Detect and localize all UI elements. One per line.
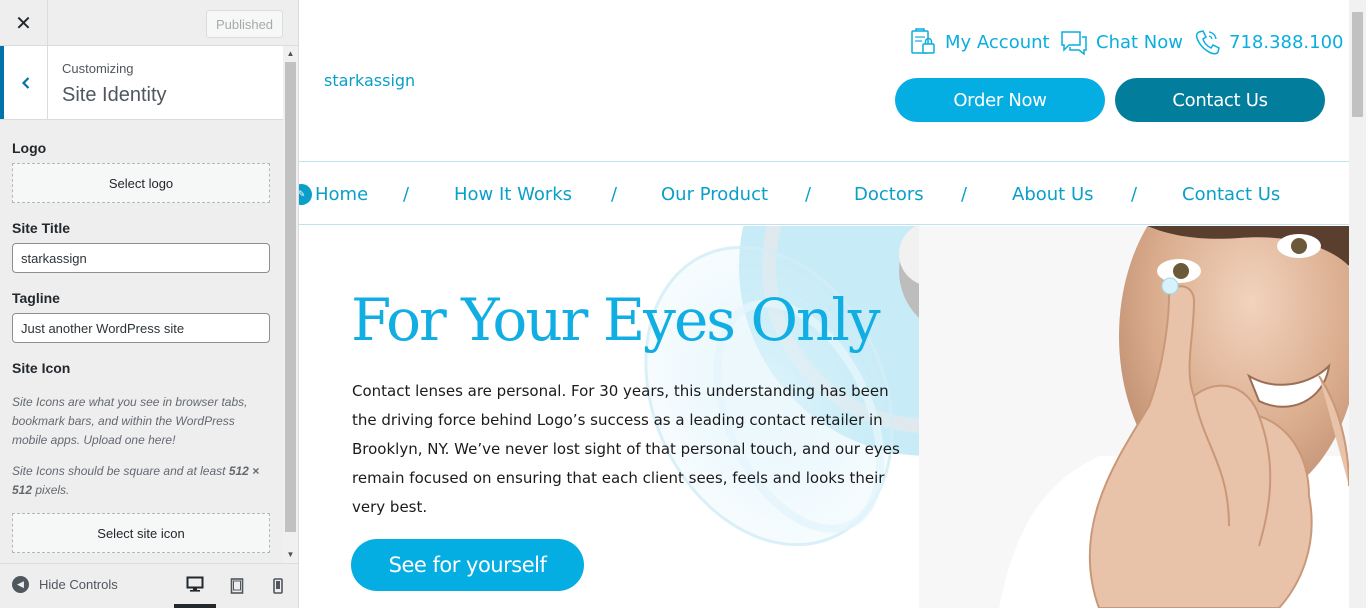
nav-separator: /: [1131, 184, 1138, 205]
customizer-footer: ◀ Hide Controls: [0, 563, 298, 608]
nav-item-our-product[interactable]: Our Product: [661, 184, 768, 205]
chevron-left-icon: [21, 76, 29, 89]
logo-label: Logo: [12, 140, 47, 156]
site-title[interactable]: starkassign: [324, 71, 415, 90]
scroll-thumb[interactable]: [285, 62, 296, 532]
account-lock-icon: [911, 28, 935, 54]
contact-us-button[interactable]: Contact Us: [1115, 78, 1325, 122]
nav-item-about-us[interactable]: About Us: [1012, 184, 1094, 205]
nav-separator: /: [805, 184, 812, 205]
section-title: Site Identity: [62, 84, 167, 106]
nav-separator: /: [961, 184, 968, 205]
mobile-preview-button[interactable]: [257, 564, 299, 608]
site-title-input[interactable]: [12, 243, 270, 273]
preview-scrollbar[interactable]: [1349, 0, 1366, 608]
tablet-icon: [230, 578, 244, 594]
nav-item-home[interactable]: Home: [315, 184, 368, 205]
mobile-icon: [273, 578, 283, 594]
nav-separator: /: [403, 184, 410, 205]
my-account-link[interactable]: My Account: [909, 27, 1050, 57]
back-button[interactable]: [0, 46, 48, 119]
tagline-input[interactable]: [12, 313, 270, 343]
desktop-icon: [186, 576, 204, 592]
hero-body: Contact lenses are personal. For 30 year…: [352, 382, 900, 516]
chat-bubbles-icon: [1061, 31, 1087, 56]
nav-item-how-it-works[interactable]: How It Works: [454, 184, 572, 205]
phone-icon: [1195, 30, 1220, 55]
customizing-label: Customizing: [62, 61, 134, 76]
main-navigation: ✎ Home / How It Works / Our Product / Do…: [299, 163, 1349, 225]
customizer-header: ✕ Published: [0, 0, 298, 46]
size-note-suffix: pixels.: [32, 483, 70, 497]
nav-item-contact-us[interactable]: Contact Us: [1182, 184, 1280, 205]
panel-scrollbar[interactable]: ▲ ▼: [283, 46, 298, 563]
hero-section: For Your Eyes Only Contact lenses are pe…: [299, 226, 1349, 608]
scroll-up-arrow-icon[interactable]: ▲: [283, 46, 298, 62]
phone-label: 718.388.100: [1229, 31, 1344, 53]
edit-shortcut-icon[interactable]: ✎: [299, 184, 312, 205]
site-header: starkassign My Account Chat Now 718.388.…: [299, 0, 1349, 162]
site-icon-label: Site Icon: [12, 360, 71, 376]
phone-link[interactable]: 718.388.100: [1193, 27, 1344, 57]
hero-title: For Your Eyes Only: [351, 286, 881, 354]
preview-scroll-thumb[interactable]: [1352, 12, 1363, 117]
chat-now-link[interactable]: Chat Now: [1060, 27, 1183, 57]
collapse-arrow-icon: ◀: [12, 576, 29, 593]
tagline-label: Tagline: [12, 290, 60, 306]
customizer-panel: ✕ Published Customizing Site Identity Lo…: [0, 0, 299, 608]
tablet-preview-button[interactable]: [216, 564, 258, 608]
nav-separator: /: [611, 184, 618, 205]
desktop-preview-button[interactable]: [174, 564, 216, 608]
select-site-icon-button[interactable]: Select site icon: [12, 513, 270, 553]
select-logo-button[interactable]: Select logo: [12, 163, 270, 203]
size-note-prefix: Site Icons should be square and at least: [12, 464, 229, 478]
controls-list: Logo Select logo Site Title Tagline Site…: [0, 120, 283, 563]
my-account-label: My Account: [945, 31, 1050, 53]
chat-now-label: Chat Now: [1096, 31, 1183, 53]
close-icon[interactable]: ✕: [0, 0, 48, 46]
hide-controls-label: Hide Controls: [39, 577, 118, 592]
site-icon-size-note: Site Icons should be square and at least…: [12, 462, 270, 500]
site-preview: starkassign My Account Chat Now 718.388.…: [299, 0, 1349, 608]
scroll-down-arrow-icon[interactable]: ▼: [283, 547, 298, 563]
nav-item-doctors[interactable]: Doctors: [854, 184, 924, 205]
site-title-label: Site Title: [12, 220, 71, 236]
see-for-yourself-button[interactable]: See for yourself: [351, 539, 584, 591]
hide-controls-button[interactable]: ◀ Hide Controls: [12, 576, 118, 593]
section-header: Customizing Site Identity: [0, 46, 283, 120]
site-icon-description: Site Icons are what you see in browser t…: [12, 395, 248, 447]
order-now-button[interactable]: Order Now: [895, 78, 1105, 122]
published-button[interactable]: Published: [206, 10, 283, 38]
